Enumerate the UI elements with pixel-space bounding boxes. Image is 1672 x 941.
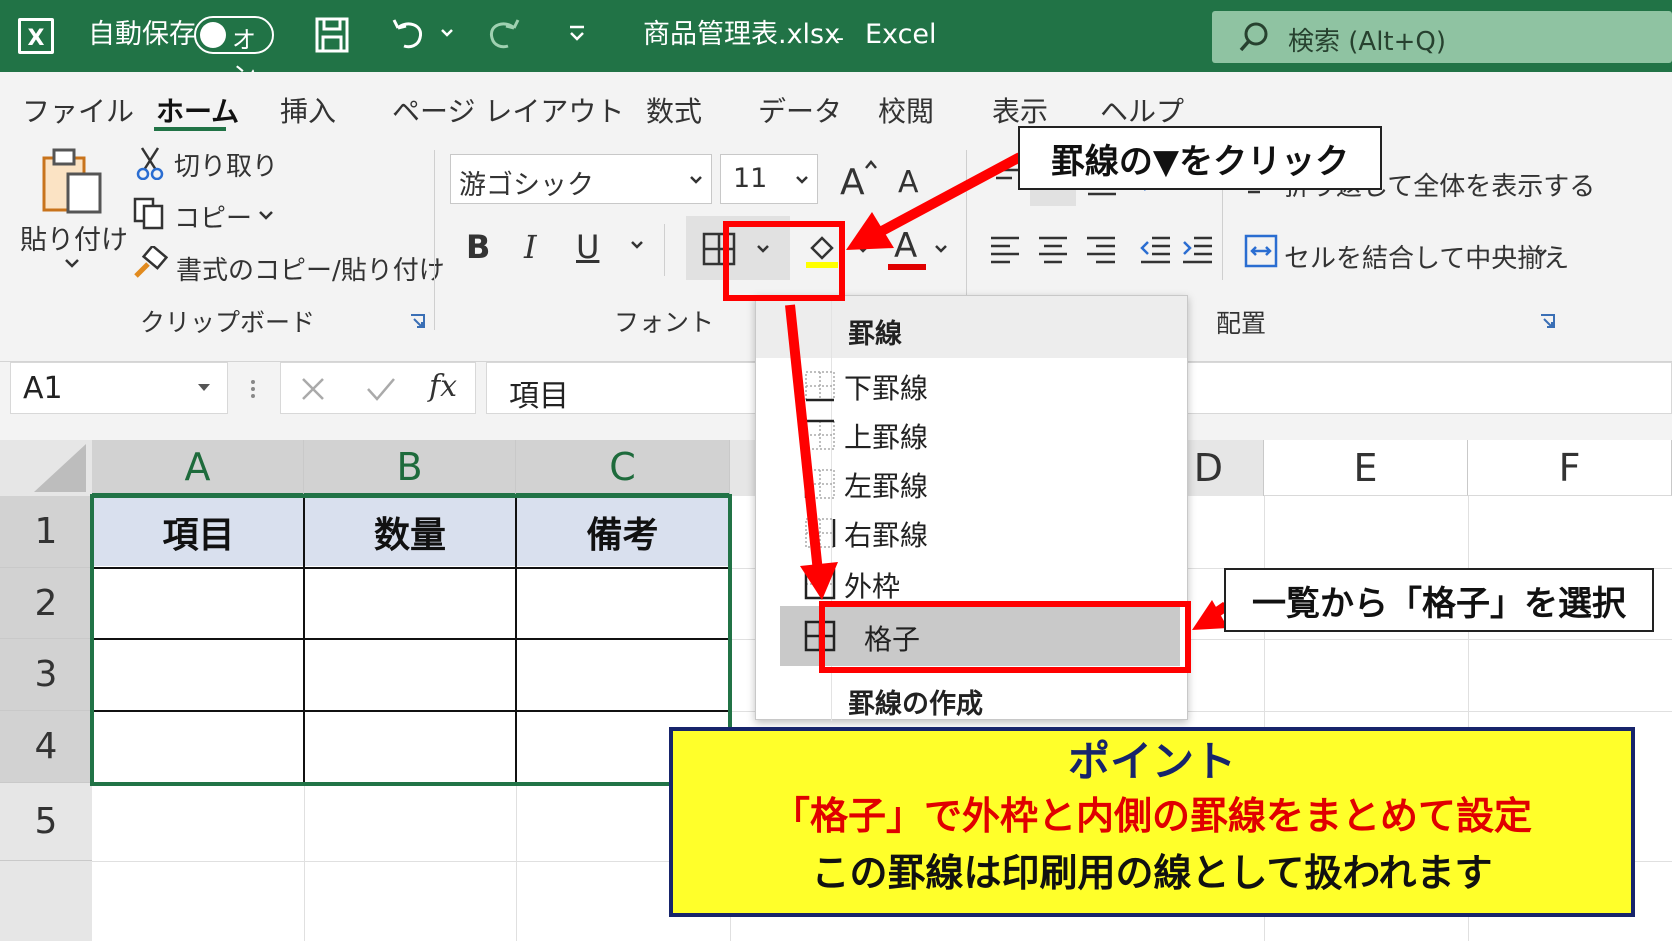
point-line-2: この罫線は印刷用の線として扱われます [811, 851, 1493, 895]
point-title: ポイント [1067, 737, 1236, 786]
callout-select-grid: 一覧から「格子」を選択 [1224, 568, 1654, 632]
point-line-1: 「格子」で外枠と内側の罫線をまとめて設定 [771, 794, 1532, 838]
point-note: ポイント 「格子」で外枠と内側の罫線をまとめて設定 この罫線は印刷用の線として扱… [669, 727, 1635, 917]
callout-click-borders: 罫線の▼をクリック [1018, 126, 1382, 190]
